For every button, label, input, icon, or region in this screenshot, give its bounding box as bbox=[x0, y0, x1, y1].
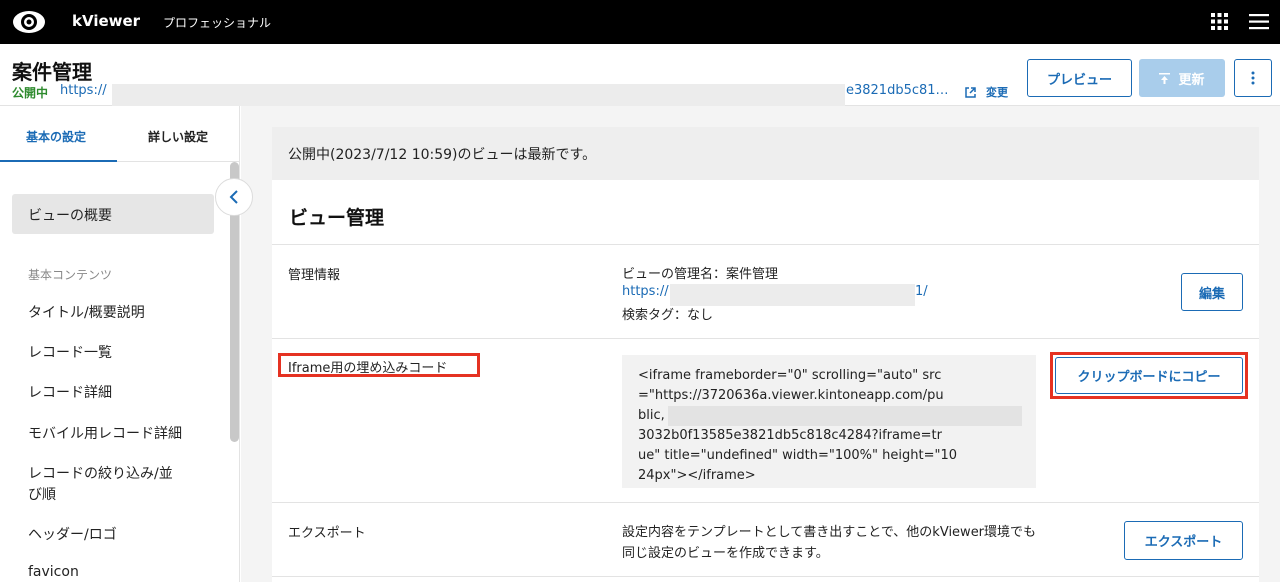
view-admin-name: ビューの管理名：案件管理 bbox=[622, 267, 779, 282]
sidebar-item-record-list[interactable]: レコード一覧 bbox=[28, 342, 112, 362]
row-divider bbox=[272, 338, 1259, 339]
kebab-menu-icon bbox=[1251, 71, 1255, 85]
active-tab-indicator bbox=[0, 160, 117, 162]
top-bar: kViewer プロフェッショナル bbox=[0, 0, 1280, 44]
public-url-link[interactable]: https:// bbox=[60, 83, 107, 98]
public-url-tail[interactable]: e3821db5c81… bbox=[846, 83, 949, 98]
sidebar-item-favicon[interactable]: favicon bbox=[28, 564, 79, 580]
view-url-tail[interactable]: 1/ bbox=[915, 284, 928, 299]
export-button[interactable]: エクスポート bbox=[1124, 521, 1243, 560]
change-url-link[interactable]: 変更 bbox=[986, 84, 1008, 100]
row-divider bbox=[272, 502, 1259, 503]
update-button[interactable]: 更新 bbox=[1139, 59, 1225, 97]
panel-title: ビュー管理 bbox=[289, 207, 385, 229]
row-divider bbox=[272, 244, 1259, 245]
export-description-cont: 同じ設定のビューを作成できます。 bbox=[622, 546, 829, 561]
code-line: blic, bbox=[638, 408, 665, 423]
publish-notice: 公開中(2023/7/12 10:59)のビューは最新です。 bbox=[272, 127, 1259, 180]
settings-sidebar: 基本の設定 詳しい設定 ビューの概要 基本コンテンツ タイトル/概要説明 レコー… bbox=[0, 106, 240, 582]
code-line: ="https://3720636a.viewer.kintoneapp.com… bbox=[638, 388, 944, 403]
logo-eye-icon[interactable] bbox=[12, 9, 46, 35]
copy-to-clipboard-button[interactable]: クリップボードにコピー bbox=[1055, 357, 1243, 394]
collapse-sidebar-button[interactable] bbox=[215, 178, 253, 216]
page-title: 案件管理 bbox=[12, 60, 92, 84]
edition-label: プロフェッショナル bbox=[163, 16, 272, 30]
hamburger-menu-icon[interactable] bbox=[1249, 13, 1269, 30]
sidebar-item-filter-sort[interactable]: レコードの絞り込み/並 bbox=[28, 463, 173, 483]
tab-detail-settings[interactable]: 詳しい設定 bbox=[148, 128, 208, 145]
code-line: ue" title="undefined" width="100%" heigh… bbox=[638, 448, 957, 463]
view-url-link[interactable]: https:// bbox=[622, 284, 669, 299]
edit-button[interactable]: 編集 bbox=[1181, 273, 1243, 311]
url-redaction bbox=[670, 284, 915, 306]
brand-name: kViewer bbox=[72, 12, 141, 30]
sidebar-item-filter-sort-cont[interactable]: び順 bbox=[28, 484, 56, 504]
row-divider bbox=[272, 576, 1259, 577]
sidebar-item-mobile-detail[interactable]: モバイル用レコード詳細 bbox=[28, 423, 182, 443]
app-grid-icon[interactable] bbox=[1211, 13, 1228, 30]
publish-status-badge: 公開中 bbox=[12, 86, 49, 100]
code-line: 3032b0f13585e3821db5c818c4284?iframe=tr bbox=[638, 428, 942, 443]
external-link-icon[interactable] bbox=[964, 86, 977, 99]
management-info-label: 管理情報 bbox=[288, 268, 341, 283]
export-description: 設定内容をテンプレートとして書き出すことで、他のkViewer環境でも bbox=[622, 525, 1037, 540]
chevron-left-icon bbox=[229, 190, 238, 204]
export-label: エクスポート bbox=[288, 526, 366, 541]
sidebar-item-label: ビューの概要 bbox=[28, 208, 112, 224]
view-management-panel: ビュー管理 管理情報 ビューの管理名：案件管理 https:// 1/ 検索タグ… bbox=[272, 180, 1259, 582]
sidebar-item-title[interactable]: タイトル/概要説明 bbox=[28, 302, 145, 322]
more-options-button[interactable] bbox=[1234, 59, 1272, 97]
code-line: 24px"></iframe> bbox=[638, 468, 756, 483]
search-tag-info: 検索タグ：なし bbox=[622, 308, 714, 323]
upload-icon bbox=[1159, 72, 1171, 84]
update-label: 更新 bbox=[1178, 72, 1205, 88]
iframe-code-label: Iframe用の埋め込みコード bbox=[288, 361, 448, 376]
publish-notice-text: 公開中(2023/7/12 10:59)のビューは最新です。 bbox=[288, 147, 597, 163]
sidebar-section-basic-content: 基本コンテンツ bbox=[28, 268, 113, 282]
tab-basic-settings[interactable]: 基本の設定 bbox=[26, 128, 86, 145]
code-line: <iframe frameborder="0" scrolling="auto"… bbox=[638, 368, 942, 383]
url-redaction bbox=[112, 84, 845, 106]
preview-button[interactable]: プレビュー bbox=[1027, 59, 1132, 97]
sidebar-item-record-detail[interactable]: レコード詳細 bbox=[28, 382, 112, 402]
code-redaction bbox=[668, 406, 1022, 426]
sidebar-item-header-logo[interactable]: ヘッダー/ロゴ bbox=[28, 524, 117, 544]
sidebar-item-view-overview[interactable]: ビューの概要 bbox=[12, 194, 214, 234]
